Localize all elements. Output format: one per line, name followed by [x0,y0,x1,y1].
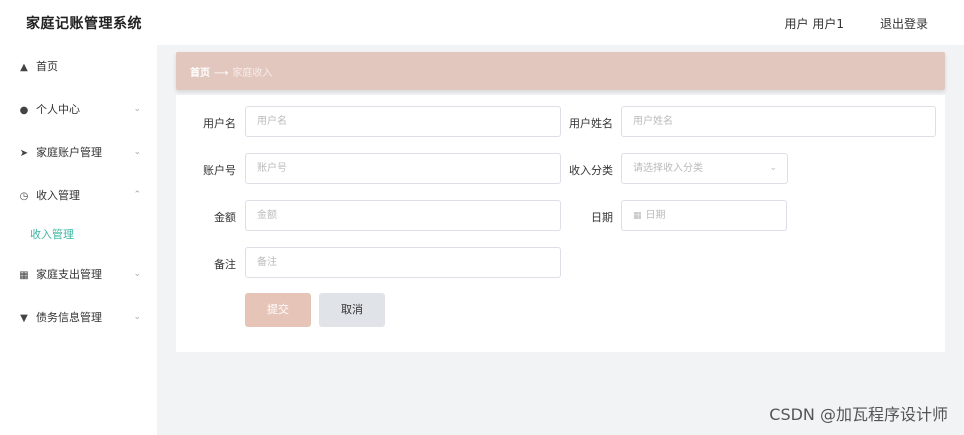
sidebar-item-family-expense[interactable]: ▦ 家庭支出管理 ⌄ [0,253,157,296]
breadcrumb: 首页 ⟶ 家庭收入 [190,64,272,79]
top-bar: 家庭记账管理系统 用户 用户1 退出登录 [0,0,964,45]
category-select[interactable]: 请选择收入分类 ⌄ [621,153,788,184]
sidebar-item-label: 家庭账户管理 [36,146,102,159]
sidebar-item-label: 债务信息管理 [36,311,102,324]
account-input[interactable]: 账户号 [245,153,561,184]
chevron-down-icon: ⌄ [133,104,141,114]
username-label: 用户名 [203,117,236,130]
sidebar-item-label: 首页 [36,60,58,73]
sidebar-item-home[interactable]: ▲ 首页 [0,45,157,88]
category-label: 收入分类 [569,164,613,177]
submit-button[interactable]: 提交 [245,293,311,327]
chevron-down-icon: ⌄ [133,312,141,322]
amount-input[interactable]: 金额 [245,200,561,231]
chevron-down-icon: ⌄ [769,163,777,173]
grid-icon: ▦ [19,270,29,281]
cancel-button[interactable]: 取消 [319,293,385,327]
username-input[interactable]: 用户名 [245,106,561,137]
home-icon: ▲ [20,62,28,73]
logout-link[interactable]: 退出登录 [880,15,928,32]
chevron-up-icon: ⌃ [133,190,141,200]
sidebar: ▲ 首页 ● 个人中心 ⌄ ➤ 家庭账户管理 ⌄ ◷ 收入管理 ⌃ 收入管理 ▦ 家庭支出… [0,45,157,435]
pin-icon: ▼ [20,313,28,324]
note-label: 备注 [214,258,236,271]
sidebar-item-label: 家庭支出管理 [36,268,102,281]
sidebar-item-debt-info[interactable]: ▼ 债务信息管理 ⌄ [0,296,157,339]
realname-label: 用户姓名 [569,117,613,130]
send-icon: ➤ [19,148,29,159]
sidebar-item-income[interactable]: ◷ 收入管理 ⌃ [0,174,157,217]
sidebar-item-family-account[interactable]: ➤ 家庭账户管理 ⌄ [0,131,157,174]
app-title: 家庭记账管理系统 [26,16,142,32]
arrow-right-icon: ⟶ [214,68,229,79]
calendar-icon: ▦ [633,211,642,221]
breadcrumb-current: 家庭收入 [232,68,273,79]
date-picker-placeholder: 日期 [645,210,666,221]
category-select-placeholder: 请选择收入分类 [633,163,703,174]
sidebar-subitem-income-manage[interactable]: 收入管理 [0,217,157,253]
clock-icon: ◷ [19,191,29,202]
chevron-down-icon: ⌄ [133,269,141,279]
watermark: CSDN @加瓦程序设计师 [769,405,948,424]
breadcrumb-bar: 首页 ⟶ 家庭收入 [176,52,945,90]
date-label: 日期 [591,211,613,224]
breadcrumb-home[interactable]: 首页 [190,68,210,79]
chevron-down-icon: ⌄ [133,147,141,157]
sidebar-item-label: 个人中心 [36,103,80,116]
note-input[interactable]: 备注 [245,247,561,278]
user-icon: ● [19,105,29,116]
account-label: 账户号 [203,164,236,177]
realname-input[interactable]: 用户姓名 [621,106,936,137]
sidebar-item-label: 收入管理 [36,189,80,202]
amount-label: 金额 [214,211,236,224]
user-info: 用户 用户1 [784,17,844,31]
sidebar-item-personal-center[interactable]: ● 个人中心 ⌄ [0,88,157,131]
date-picker[interactable]: ▦ 日期 [621,200,787,231]
